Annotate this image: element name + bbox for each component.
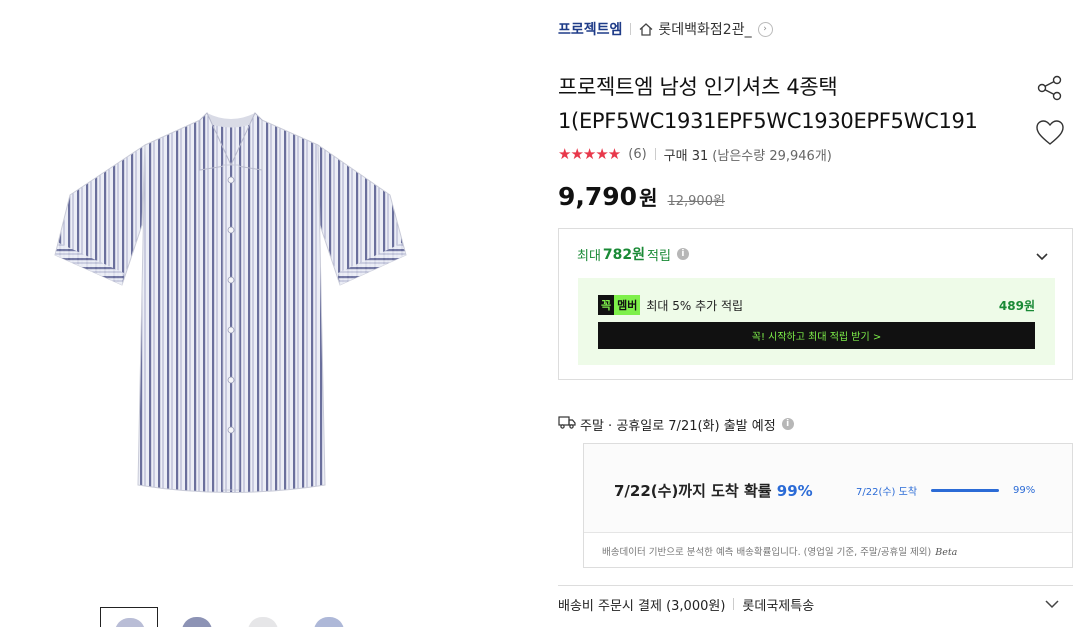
product-title: 프로젝트엠 남성 인기셔츠 4종택1(EPF5WC1931EPF5WC1930E… [558, 75, 978, 133]
original-price: 12,900원 [667, 194, 725, 209]
points-summary[interactable]: 최대 782원 적립 i [577, 244, 689, 264]
thumbnail-1[interactable] [100, 607, 158, 627]
rating-row: ★★★★★ (6) 구매 31 (남은수량 29,946개) [558, 144, 832, 164]
thumbnail-strip [100, 607, 360, 627]
delivery-eta-main: 7/22(수)까지 도착 확률 99% 7/22(수) 도착 99% [584, 444, 1072, 533]
shipping-fee-row[interactable]: 배송비 주문시 결제 (3,000원) 롯데국제특송 [558, 594, 1073, 614]
delivery-eta-box: 7/22(수)까지 도착 확률 99% 7/22(수) 도착 99% 배송데이터… [583, 443, 1073, 568]
member-benefit-row: 꼭 멤버 최대 5% 추가 적립 489원 [598, 295, 1035, 315]
breadcrumb: 프로젝트엠 롯데백화점2관_ › [558, 18, 773, 40]
info-icon[interactable]: i [781, 418, 794, 430]
thumbnail-4[interactable] [300, 607, 358, 627]
price-unit: 원 [639, 186, 658, 210]
delivery-eta-headline: 7/22(수)까지 도착 확률 99% [614, 480, 813, 501]
purchase-count: 구매 31 [663, 148, 709, 164]
product-main-image[interactable] [50, 105, 412, 497]
shipping-notice: 주말 · 공휴일로 7/21(화) 출발 예정 i [558, 414, 794, 434]
member-start-button[interactable]: 꼭! 시작하고 최대 적립 받기 > [598, 322, 1035, 349]
price-row: 9,790 원 12,900원 [558, 182, 725, 216]
chevron-down-icon[interactable] [1044, 598, 1060, 613]
delivery-eta-percent: 99% [776, 482, 813, 500]
points-suffix: 적립 [647, 248, 671, 264]
divider [733, 598, 735, 610]
product-image-area [0, 0, 470, 627]
member-benefit-desc: 최대 5% 추가 적립 [646, 298, 744, 313]
heart-icon[interactable] [1035, 119, 1065, 151]
delivery-eta-note-text: 배송데이터 기반으로 분석한 예측 배송확률입니다. (영업일 기준, 주말/공… [602, 547, 932, 558]
delivery-eta-mini-label: 7/22(수) 도착 [856, 487, 918, 498]
points-box: 최대 782원 적립 i 꼭 멤버 최대 5% 추가 적립 489원 꼭! 시작… [558, 228, 1073, 380]
delivery-eta-note: 배송데이터 기반으로 분석한 예측 배송확률입니다. (영업일 기준, 주말/공… [602, 544, 957, 558]
member-benefit-box: 꼭 멤버 최대 5% 추가 적립 489원 꼭! 시작하고 최대 적립 받기 > [578, 278, 1055, 365]
store-link[interactable]: 롯데백화점2관_ [658, 19, 751, 39]
delivery-eta-mini: 7/22(수) 도착 99% [856, 483, 1035, 498]
divider [630, 23, 632, 35]
delivery-probability-bar [931, 489, 1000, 492]
shipping-notice-text: 주말 · 공휴일로 7/21(화) 출발 예정 [580, 418, 776, 434]
member-logo: 멤버 [614, 295, 641, 315]
truck-icon [558, 415, 576, 433]
chevron-right-icon[interactable]: › [757, 21, 773, 37]
review-count-link[interactable]: (6) [628, 147, 646, 162]
kkok-logo: 꼭 [598, 295, 615, 315]
rating-stars: ★★★★★ [558, 145, 621, 163]
remaining-stock: (남은수량 29,946개) [712, 148, 832, 164]
member-benefit-amount: 489원 [998, 298, 1035, 313]
beta-label: Beta [935, 547, 958, 558]
delivery-eta-label: 7/22(수)까지 도착 확률 [614, 482, 772, 500]
divider [558, 585, 1073, 586]
divider [654, 148, 656, 160]
sale-price: 9,790 [558, 182, 638, 211]
points-amount: 782원 [602, 247, 646, 263]
brand-link[interactable]: 프로젝트엠 [558, 19, 622, 39]
info-icon[interactable]: i [676, 248, 689, 260]
home-icon [639, 22, 653, 36]
points-prefix: 최대 [577, 248, 601, 264]
chevron-down-icon[interactable] [1035, 247, 1049, 266]
share-icon[interactable] [1036, 74, 1064, 106]
thumbnail-3[interactable] [234, 607, 292, 627]
shipping-carrier: 롯데국제특송 [742, 598, 815, 614]
shipping-fee: 배송비 주문시 결제 (3,000원) [558, 598, 726, 614]
delivery-eta-mini-percent: 99% [1013, 485, 1036, 496]
thumbnail-2[interactable] [168, 607, 226, 627]
